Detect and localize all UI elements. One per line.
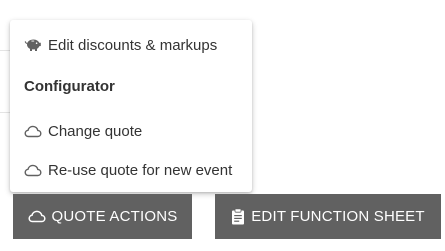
menu-item-edit-discounts[interactable]: Edit discounts & markups — [10, 27, 252, 63]
cloud-icon — [27, 210, 46, 223]
piggy-bank-icon — [24, 38, 42, 52]
edit-function-sheet-label: EDIT FUNCTION SHEET — [251, 208, 425, 225]
cloud-icon — [24, 163, 42, 177]
menu-section-header: Configurator — [24, 78, 115, 95]
menu-item-label: Change quote — [48, 122, 143, 140]
quote-actions-button[interactable]: QUOTE ACTIONS — [13, 194, 192, 239]
quote-actions-label: QUOTE ACTIONS — [51, 208, 178, 225]
clipboard-icon — [231, 208, 245, 225]
menu-item-change-quote[interactable]: Change quote — [10, 113, 252, 149]
menu-item-reuse-quote[interactable]: Re-use quote for new event — [10, 152, 252, 188]
background-divider — [0, 50, 10, 51]
edit-function-sheet-button[interactable]: EDIT FUNCTION SHEET — [215, 194, 441, 239]
quote-actions-menu: Edit discounts & markups Configurator Ch… — [10, 20, 252, 192]
menu-item-label: Edit discounts & markups — [48, 36, 218, 54]
cloud-icon — [24, 124, 42, 138]
page: Edit discounts & markups Configurator Ch… — [0, 0, 445, 251]
menu-item-label: Re-use quote for new event — [48, 161, 233, 179]
background-divider — [0, 112, 10, 113]
